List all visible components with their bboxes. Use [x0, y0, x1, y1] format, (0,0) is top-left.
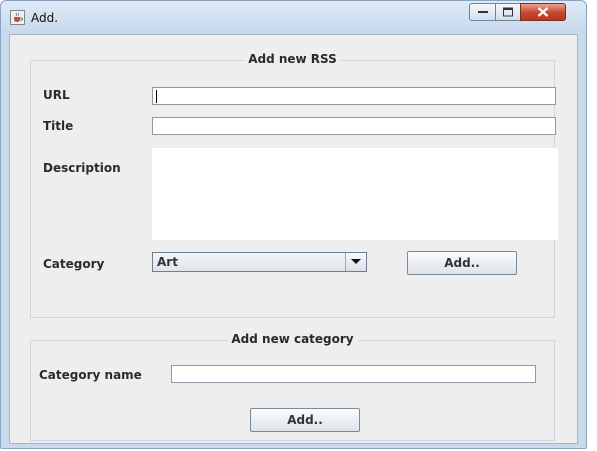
maximize-button[interactable] — [495, 3, 521, 21]
category-label: Category — [43, 257, 105, 271]
url-label: URL — [43, 88, 70, 102]
category-select[interactable]: Art — [152, 252, 367, 272]
dialog-content: Add new RSS URL Title Description Catego… — [9, 34, 578, 444]
dropdown-button[interactable] — [345, 253, 366, 271]
add-category-button[interactable]: Add.. — [250, 408, 360, 432]
category-selected-value: Art — [157, 255, 178, 269]
url-field[interactable] — [152, 87, 556, 105]
minimize-button[interactable] — [469, 3, 496, 21]
rss-group: Add new RSS URL Title Description Catego… — [30, 52, 558, 318]
description-textarea[interactable] — [152, 148, 558, 240]
close-icon — [537, 7, 549, 17]
category-group: Add new category Category name Add.. — [30, 332, 555, 441]
java-cup-icon — [10, 10, 25, 25]
text-caret — [156, 90, 157, 103]
category-name-field[interactable] — [171, 365, 536, 383]
category-group-legend: Add new category — [227, 332, 358, 346]
title-label: Title — [43, 119, 74, 133]
close-button[interactable] — [520, 3, 566, 21]
window-title: Add. — [31, 11, 59, 25]
dialog-window: Add. Add new RSS URL Title Description C… — [0, 0, 587, 449]
description-label: Description — [43, 161, 121, 175]
rss-group-legend: Add new RSS — [244, 52, 341, 66]
chevron-down-icon — [351, 259, 361, 264]
category-name-label: Category name — [39, 368, 142, 382]
title-bar[interactable]: Add. — [1, 1, 586, 34]
maximize-icon — [503, 7, 513, 17]
add-rss-button[interactable]: Add.. — [407, 251, 517, 275]
minimize-icon — [477, 11, 488, 13]
title-field[interactable] — [152, 117, 556, 135]
